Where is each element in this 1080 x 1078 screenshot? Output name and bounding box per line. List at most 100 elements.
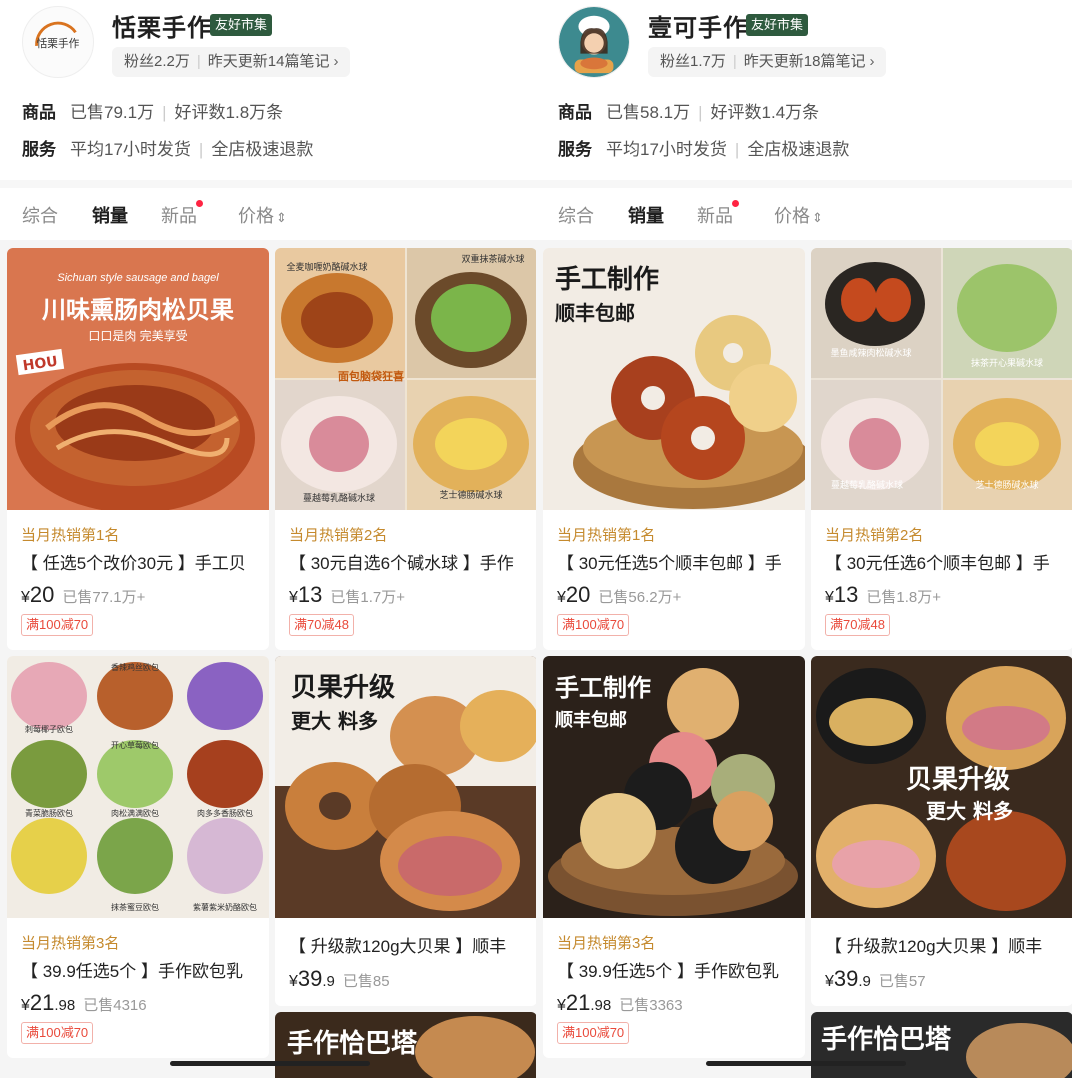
coupon-badge: 满70减48 [825, 614, 890, 636]
product-image[interactable]: 手工制作 顺丰包邮 [543, 656, 805, 918]
sort-tab-new[interactable]: 新品 [161, 200, 203, 228]
image-label: 刺莓椰子欧包 [25, 724, 73, 734]
image-subline: 顺丰包邮 [555, 301, 635, 325]
coupon-badge: 满70减48 [289, 614, 354, 636]
service-info-row: 服务 平均17小时发货 | 全店极速退款 [22, 135, 313, 160]
sort-updown-icon: ⇕ [812, 210, 823, 225]
image-label: 双重抹茶碱水球 [461, 253, 524, 264]
product-image[interactable]: Sichuan style sausage and bagel 川味熏肠肉松贝果… [7, 248, 269, 510]
shop-stats-pill[interactable]: 粉丝1.7万 | 昨天更新18篇笔记 › [648, 47, 887, 77]
product-title[interactable]: 【 任选5个改价30元 】手工贝 [21, 549, 261, 574]
price-decimal: .98 [54, 997, 76, 1014]
image-headline: 贝果升级 [291, 672, 395, 703]
price-integer: 39 [297, 966, 323, 991]
product-card[interactable]: 贝果升级 更大 料多 【 升级款120g大贝果 】顺丰 ¥39.9 已售57 [811, 656, 1072, 1006]
image-subline: 口口是肉 完美享受 [88, 328, 187, 343]
service-shipping: 平均17小时发货 [606, 140, 727, 159]
product-image[interactable]: 贝果升级 更大 料多 [811, 656, 1072, 918]
image-headline: 手工制作 [555, 674, 651, 702]
friend-market-badge: 友好市集 [210, 14, 273, 36]
shop-avatar[interactable] [558, 6, 630, 78]
product-card[interactable]: 全麦咖喱奶酪碱水球 双重抹茶碱水球 面包脑袋狂喜 蔓越莓乳酪碱水球 芝士德肠碱水… [275, 248, 536, 650]
product-title[interactable]: 【 30元自选6个碱水球 】手作 [289, 549, 529, 574]
shop-header: 恬栗手作 恬栗手作 友好市集 粉丝2.2万 | 昨天更新14篇笔记 › 商品 已售79.… [0, 0, 536, 180]
friend-market-badge: 友好市集 [746, 14, 809, 36]
product-card[interactable]: 墨鱼咸辣肉松碱水球 抹茶开心果碱水球 蔓越莓乳酪碱水球 芝士德肠碱水球 当月热销… [811, 248, 1072, 650]
new-dot-icon [732, 200, 739, 207]
product-title[interactable]: 【 升级款120g大贝果 】顺丰 [289, 932, 529, 957]
shop-name[interactable]: 壹可手作 [648, 8, 748, 43]
home-indicator[interactable] [170, 1061, 370, 1066]
price-row: ¥13 已售1.7万+ [289, 582, 405, 608]
price-integer: 13 [833, 582, 859, 607]
goods-label: 商品 [22, 103, 56, 122]
product-title[interactable]: 【 30元任选5个顺丰包邮 】手 [557, 549, 797, 574]
product-grid: 手工制作 顺丰包邮 当月热销第1名 【 30元任选5个顺丰包邮 】手 ¥20 已售… [536, 240, 1072, 1078]
price-row: ¥20 已售56.2万+ [557, 582, 681, 608]
sort-tab-overall[interactable]: 综合 [22, 202, 58, 228]
product-card[interactable]: 香辣鸡丝欧包 刺莓椰子欧包 开心草莓欧包 肉多多香肠欧包 青菜脆肠欧包 肉松满满… [7, 656, 269, 1058]
image-label: 蔓越莓乳酪碱水球 [831, 479, 903, 490]
product-grid: Sichuan style sausage and bagel 川味熏肠肉松贝果… [0, 240, 536, 1078]
chevron-right-icon: › [869, 53, 875, 70]
price-row: ¥13 已售1.8万+ [825, 582, 941, 608]
product-title[interactable]: 【 39.9任选5个 】手作欧包乳 [21, 957, 261, 982]
rank-label: 当月热销第2名 [289, 527, 388, 544]
shop-panel-left: 恬栗手作 恬栗手作 友好市集 粉丝2.2万 | 昨天更新14篇笔记 › 商品 已售79.… [0, 0, 536, 1078]
price-integer: 20 [565, 582, 591, 607]
coupon-badge: 满100减70 [557, 614, 630, 636]
product-card[interactable]: Sichuan style sausage and bagel 川味熏肠肉松贝果… [7, 248, 269, 650]
sort-tab-new[interactable]: 新品 [697, 200, 739, 228]
shop-stats-pill[interactable]: 粉丝2.2万 | 昨天更新14篇笔记 › [112, 47, 351, 77]
home-indicator[interactable] [706, 1061, 906, 1066]
sort-bar: 综合 销量 新品 价格 ⇕ [536, 188, 1072, 240]
price-decimal: .98 [590, 997, 612, 1014]
shop-avatar[interactable]: 恬栗手作 [22, 6, 94, 78]
product-image[interactable]: 香辣鸡丝欧包 刺莓椰子欧包 开心草莓欧包 肉多多香肠欧包 青菜脆肠欧包 肉松满满… [7, 656, 269, 918]
service-label: 服务 [558, 140, 592, 159]
image-label: 面包脑袋狂喜 [338, 369, 404, 383]
price-row: ¥39.9 已售85 [289, 966, 390, 992]
image-headline: 手工制作 [555, 265, 659, 295]
product-image[interactable]: 全麦咖喱奶酪碱水球 双重抹茶碱水球 面包脑袋狂喜 蔓越莓乳酪碱水球 芝士德肠碱水… [275, 248, 536, 510]
currency-symbol: ¥ [557, 997, 566, 1014]
product-card[interactable]: 贝果升级 更大 料多 【 升级款120g大贝果 】顺丰 ¥39.9 已售85 [275, 656, 536, 1006]
shop-name[interactable]: 恬栗手作 [112, 8, 212, 43]
product-card-peek[interactable]: 手作恰巴塔 [811, 1012, 1072, 1078]
sort-tab-price[interactable]: 价格 ⇕ [238, 202, 287, 228]
product-title[interactable]: 【 39.9任选5个 】手作欧包乳 [557, 957, 797, 982]
sort-tab-price[interactable]: 价格 ⇕ [774, 202, 823, 228]
goods-sold: 已售58.1万 [606, 103, 691, 122]
price-decimal: .9 [322, 973, 335, 990]
product-image[interactable]: 手工制作 顺丰包邮 [543, 248, 805, 510]
sort-tab-price-label: 价格 [238, 206, 274, 226]
image-label: 开心草莓欧包 [111, 740, 159, 750]
price-row: ¥21.98 已售4316 [21, 990, 147, 1016]
sort-tab-sales[interactable]: 销量 [628, 202, 664, 228]
product-card[interactable]: 手工制作 顺丰包邮 当月热销第3名 【 39.9任选5个 】手作欧包乳 ¥21.… [543, 656, 805, 1058]
product-image[interactable]: 墨鱼咸辣肉松碱水球 抹茶开心果碱水球 蔓越莓乳酪碱水球 芝士德肠碱水球 [811, 248, 1072, 510]
product-title[interactable]: 【 升级款120g大贝果 】顺丰 [825, 932, 1065, 957]
goods-info-row: 商品 已售58.1万 | 好评数1.4万条 [558, 98, 819, 123]
rank-label: 当月热销第3名 [21, 935, 120, 952]
sort-tab-price-label: 价格 [774, 206, 810, 226]
currency-symbol: ¥ [557, 589, 566, 606]
notes-update: 昨天更新14篇笔记 [207, 53, 330, 70]
product-image[interactable]: 贝果升级 更大 料多 [275, 656, 536, 918]
shop-panel-right: 壹可手作 友好市集 粉丝1.7万 | 昨天更新18篇笔记 › 商品 已售58.1万 | 好评… [536, 0, 1072, 1078]
service-refund: 全店极速退款 [211, 140, 314, 159]
chevron-right-icon: › [333, 53, 339, 70]
image-headline: 贝果升级 [906, 764, 1010, 795]
product-title[interactable]: 【 30元任选6个顺丰包邮 】手 [825, 549, 1065, 574]
sort-tab-overall[interactable]: 综合 [558, 202, 594, 228]
coupon-badge: 满100减70 [21, 614, 94, 636]
sort-tab-sales[interactable]: 销量 [92, 202, 128, 228]
product-card[interactable]: 手工制作 顺丰包邮 当月热销第1名 【 30元任选5个顺丰包邮 】手 ¥20 已售… [543, 248, 805, 650]
sold-count: 已售85 [342, 973, 390, 990]
fans-count: 粉丝1.7万 [660, 53, 726, 70]
rank-label: 当月热销第3名 [557, 935, 656, 952]
image-label: 抹茶开心果碱水球 [971, 357, 1043, 368]
image-label: 蔓越莓乳酪碱水球 [303, 492, 375, 503]
price-integer: 39 [833, 966, 859, 991]
product-card-peek[interactable]: 手作恰巴塔 [275, 1012, 536, 1078]
